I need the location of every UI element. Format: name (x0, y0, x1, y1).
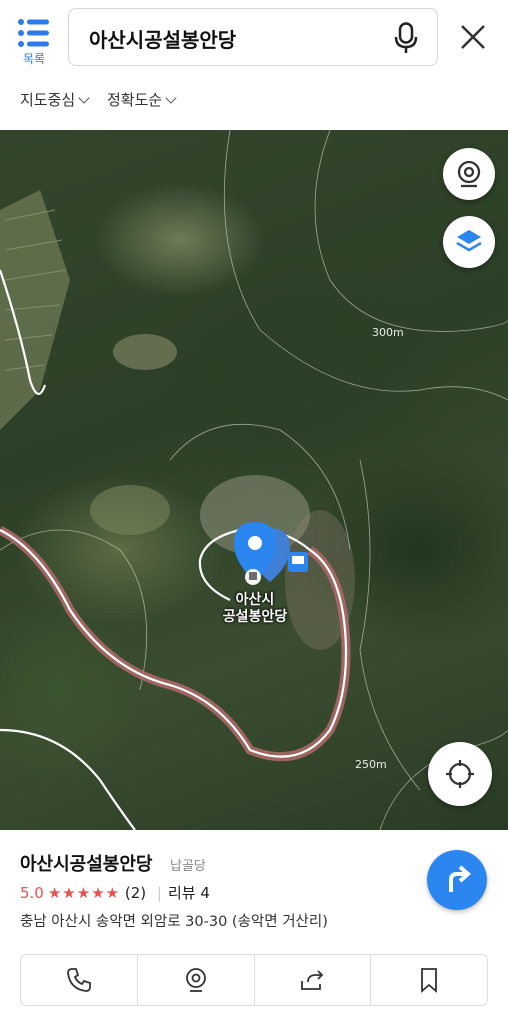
list-label: 목록 (22, 52, 46, 66)
close-icon[interactable] (456, 20, 490, 54)
contour-label: 250m (355, 758, 387, 771)
list-button[interactable]: 목록 (14, 14, 54, 66)
call-button[interactable] (21, 955, 138, 1005)
place-category: 납골당 (170, 859, 206, 874)
map-place-label[interactable]: 아산시 공설봉안당 (200, 592, 310, 626)
chevron-down-icon (78, 92, 90, 104)
phone-icon (66, 968, 91, 992)
place-label-line2: 공설봉안당 (222, 609, 288, 625)
search-query: 아산시공설봉안당 (89, 28, 237, 52)
contour-label: 300m (372, 326, 404, 339)
chevron-down-icon (165, 92, 177, 104)
star-rating-icon: ★★★★★ (47, 884, 121, 902)
place-label-line1: 아산시 (235, 592, 275, 608)
rating-count: (2) (124, 884, 147, 902)
map-layers-button[interactable] (443, 216, 495, 268)
filter-label: 지도중심 (20, 91, 76, 109)
cctv-action-button[interactable] (138, 955, 255, 1005)
rating-row: 5.0 ★★★★★ (2) | 리뷰 4 (20, 882, 210, 903)
map-overlay (0, 130, 508, 830)
filter-label: 정확도순 (106, 91, 163, 109)
current-location-button[interactable] (428, 742, 492, 806)
cctv-icon (185, 968, 206, 992)
bookmark-icon (421, 968, 438, 993)
divider: | (156, 884, 162, 902)
review-count[interactable]: 리뷰 4 (168, 884, 210, 902)
layers-icon (456, 230, 482, 252)
directions-button[interactable] (427, 850, 487, 910)
place-info-card[interactable]: 아산시공설봉안당 납골당 5.0 ★★★★★ (2) | 리뷰 4 충남 아산시 송… (0, 830, 508, 1024)
filter-map-center[interactable]: 지도중심 (20, 89, 90, 110)
top-bar: 목록 아산시공설봉안당 지도중심 정확도순 (0, 0, 508, 130)
cctv-button[interactable] (443, 148, 495, 200)
action-bar (20, 954, 488, 1006)
directions-arrow-icon (449, 865, 472, 892)
share-button[interactable] (255, 955, 372, 1005)
filter-accuracy[interactable]: 정확도순 (106, 89, 177, 110)
bookmark-button[interactable] (371, 955, 487, 1005)
rating-value: 5.0 (20, 884, 44, 902)
search-input[interactable]: 아산시공설봉안당 (68, 8, 438, 66)
satellite-map[interactable]: 300m 250m 아산시 공설봉안당 (0, 130, 508, 830)
place-title[interactable]: 아산시공설봉안당 (20, 850, 152, 876)
cctv-icon (457, 160, 481, 188)
place-address: 충남 아산시 송악면 외암로 30-30 (송악면 거산리) (20, 914, 328, 930)
filter-bar: 지도중심 정확도순 (20, 89, 189, 110)
share-icon (301, 970, 324, 990)
crosshair-icon (446, 760, 474, 788)
location-pin-icon[interactable] (234, 522, 290, 585)
microphone-icon[interactable] (393, 22, 419, 54)
list-icon (18, 19, 49, 47)
